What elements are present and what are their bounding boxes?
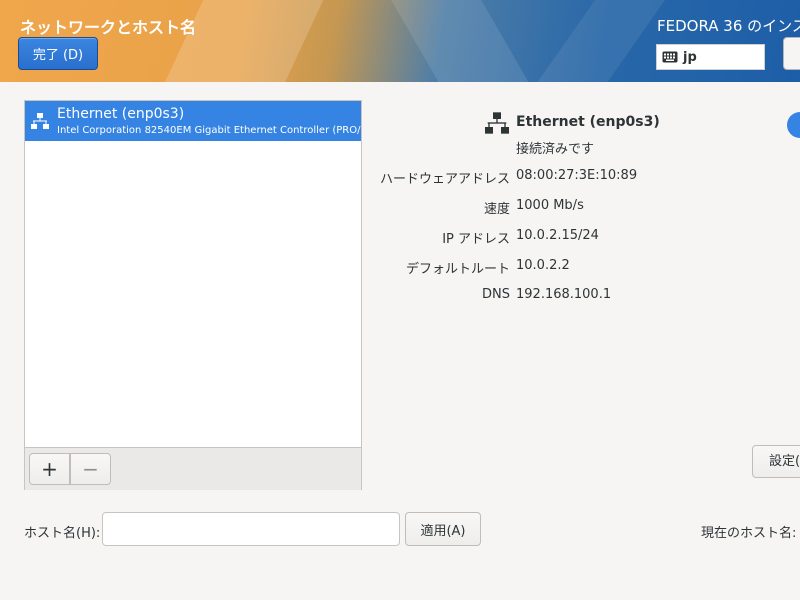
dns-label: DNS	[482, 287, 510, 302]
default-route-label: デフォルトルート	[405, 262, 510, 277]
hostname-label: ホスト名(H):	[24, 526, 101, 541]
device-description: Intel Corporation 82540EM Gigabit Ethern…	[57, 125, 361, 136]
keyboard-layout-label: jp	[683, 49, 697, 65]
connection-status: 接続済みです	[516, 142, 595, 157]
help-button[interactable]	[783, 37, 800, 70]
keyboard-icon	[662, 51, 678, 63]
banner-decoration	[385, 0, 545, 82]
network-wired-icon	[31, 113, 49, 133]
current-hostname-label: 現在のホスト名:	[701, 526, 797, 541]
hardware-address-value: 08:00:27:3E:10:89	[516, 168, 638, 183]
remove-device-button[interactable]: −	[70, 453, 111, 485]
banner-decoration	[524, 0, 666, 82]
device-list: Ethernet (enp0s3) Intel Corporation 8254…	[24, 100, 362, 490]
apply-button[interactable]: 適用(A)	[405, 512, 481, 546]
ip-address-label: IP アドレス	[442, 232, 510, 247]
settings-button[interactable]: 設定(O)...	[752, 445, 800, 478]
done-button[interactable]: 完了 (D)	[18, 37, 98, 70]
ip-address-value: 10.0.2.15/24	[516, 228, 599, 243]
speed-value: 1000 Mb/s	[516, 198, 584, 213]
connection-title: Ethernet (enp0s3)	[516, 114, 660, 130]
add-device-button[interactable]: +	[29, 453, 70, 485]
hostname-input[interactable]	[102, 512, 400, 546]
header-banner: ネットワークとホスト名 完了 (D) FEDORA 36 のインス jp	[0, 0, 800, 82]
hardware-address-label: ハードウェアアドレス	[379, 172, 510, 187]
default-route-value: 10.0.2.2	[516, 258, 570, 273]
network-wired-icon	[485, 111, 509, 139]
device-list-toolbar: + −	[25, 447, 361, 490]
speed-label: 速度	[483, 202, 510, 217]
device-name: Ethernet (enp0s3)	[57, 106, 185, 122]
device-list-item[interactable]: Ethernet (enp0s3) Intel Corporation 8254…	[25, 101, 361, 141]
keyboard-layout-indicator[interactable]: jp	[656, 44, 765, 70]
connection-toggle-switch[interactable]	[787, 112, 800, 138]
page-title: ネットワークとホスト名	[20, 18, 197, 37]
dns-value: 192.168.100.1	[516, 287, 612, 302]
banner-decoration	[147, 0, 333, 82]
product-title: FEDORA 36 のインス	[657, 17, 800, 35]
